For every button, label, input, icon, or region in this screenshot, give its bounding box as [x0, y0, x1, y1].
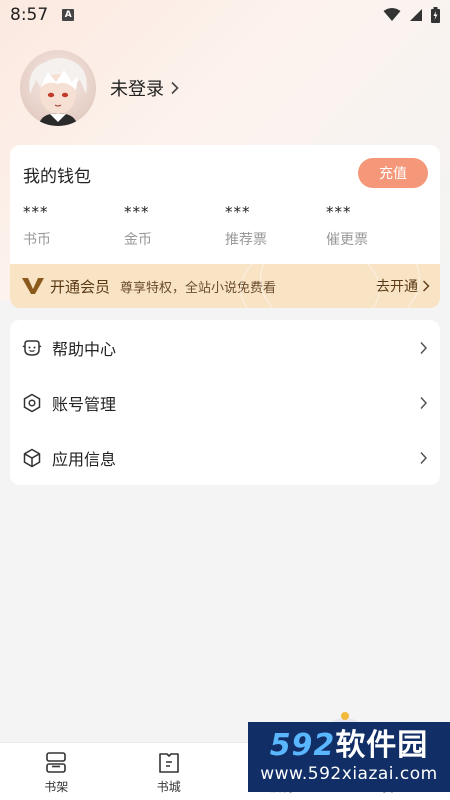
a-square-icon: A: [62, 9, 75, 21]
stat-value: ***: [326, 203, 352, 221]
nav-label: 书城: [156, 780, 181, 794]
nav-label: 书架: [44, 780, 69, 794]
vip-v-icon: [22, 278, 44, 294]
chevron-right-icon: [420, 341, 428, 354]
vip-banner[interactable]: 开通会员 尊享特权，全站小说免费看 去开通: [10, 264, 440, 308]
menu-item-help-center[interactable]: 帮助中心: [10, 320, 440, 375]
menu-card: 帮助中心 账号管理 应用信息: [10, 320, 440, 485]
vip-open-link[interactable]: 去开通: [376, 276, 430, 296]
nav-item-bookshelf[interactable]: 书架: [0, 743, 113, 800]
stat-value: ***: [225, 203, 251, 221]
chevron-right-icon: [423, 280, 430, 292]
stat-value: ***: [124, 203, 150, 221]
wifi-icon: [383, 8, 401, 21]
wallet-card: 我的钱包 充值 *** 书币 *** 金币 *** 推荐票 *** 催更票 开通…: [10, 145, 440, 308]
stat-label: 书币: [23, 232, 51, 248]
menu-item-account-management[interactable]: 账号管理: [10, 375, 440, 430]
stat-gold-coins[interactable]: *** 金币: [124, 203, 224, 249]
menu-label: 应用信息: [52, 449, 117, 469]
watermark-brand-text: 软件园: [335, 728, 429, 763]
status-bar: 8:57 A: [0, 0, 450, 30]
nav-item-bookstore[interactable]: 书城: [113, 743, 226, 800]
recharge-button[interactable]: 充值: [358, 158, 428, 188]
stat-update-tickets[interactable]: *** 催更票: [326, 203, 426, 249]
watermark-url: www.592xiazai.com: [260, 764, 438, 784]
menu-label: 帮助中心: [52, 339, 117, 359]
login-text: 未登录: [110, 79, 164, 100]
watermark: 592软件园 www.592xiazai.com: [248, 722, 450, 792]
chevron-right-icon: [171, 81, 179, 95]
signal-icon: [410, 9, 422, 21]
stat-value: ***: [23, 203, 49, 221]
stat-label: 催更票: [326, 232, 368, 248]
stat-label: 推荐票: [225, 232, 267, 248]
stat-book-coins[interactable]: *** 书币: [23, 203, 123, 249]
menu-item-app-info[interactable]: 应用信息: [10, 430, 440, 485]
stat-recommend-tickets[interactable]: *** 推荐票: [225, 203, 325, 249]
bookshelf-icon: [46, 752, 67, 773]
status-time: 8:57: [10, 5, 49, 25]
wallet-title: 我的钱包: [23, 167, 91, 187]
chevron-right-icon: [420, 451, 428, 464]
chevron-right-icon: [420, 396, 428, 409]
stat-label: 金币: [124, 232, 152, 248]
book-store-icon: [158, 753, 179, 773]
cube-icon: [23, 448, 41, 467]
watermark-brand-number: 592: [269, 728, 336, 763]
status-icons: [383, 7, 440, 23]
menu-label: 账号管理: [52, 394, 117, 414]
hex-nut-icon: [23, 393, 41, 412]
vip-title: 开通会员: [50, 277, 111, 296]
watermark-brand: 592软件园: [270, 729, 429, 763]
battery-icon: [431, 7, 440, 23]
vip-open-label: 去开通: [376, 279, 418, 295]
avatar-illustration: [29, 58, 87, 126]
avatar[interactable]: [20, 50, 96, 126]
login-link[interactable]: 未登录: [110, 74, 180, 102]
help-face-icon: [22, 339, 42, 356]
